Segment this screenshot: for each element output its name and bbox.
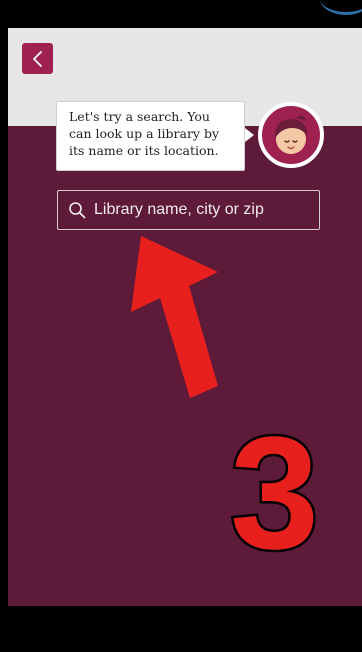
device-bottom-bar	[0, 606, 362, 652]
annotation-overlay: 3	[131, 236, 321, 585]
step-number-annotation: 3	[230, 403, 319, 582]
red-arrow-annotation	[131, 236, 218, 398]
